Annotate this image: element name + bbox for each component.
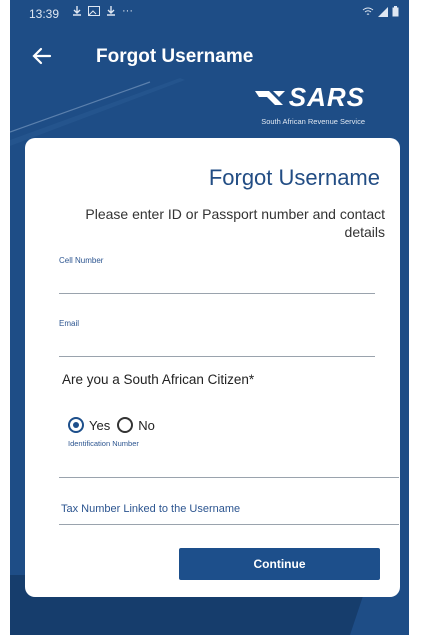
download-icon: [73, 6, 81, 16]
status-bar: 13:39 ···: [10, 0, 409, 28]
wifi-icon: [362, 7, 374, 15]
image-icon: [88, 6, 100, 16]
cell-number-underline: [59, 293, 375, 294]
back-arrow-icon[interactable]: [30, 44, 54, 68]
citizen-radio-group: Yes No: [68, 417, 162, 433]
citizen-question: Are you a South African Citizen*: [62, 372, 255, 387]
cell-number-field[interactable]: [59, 266, 375, 292]
app-bar: Forgot Username: [10, 38, 409, 78]
email-underline: [59, 356, 375, 357]
radio-no[interactable]: [117, 417, 134, 433]
cell-number-label: Cell Number: [59, 256, 104, 265]
app-bar-title: Forgot Username: [96, 46, 254, 67]
sars-emblem-icon: [254, 90, 285, 105]
brand-subtitle: South African Revenue Service: [261, 117, 365, 126]
form-subtitle: Please enter ID or Passport number and c…: [85, 206, 385, 240]
phone-screen: 13:39 ··· Forgot Username SARS South Afr…: [10, 0, 409, 635]
identification-number-field[interactable]: [59, 450, 399, 476]
logo-mark: SARS: [254, 82, 365, 113]
email-field[interactable]: [59, 330, 375, 356]
sars-logo: SARS South African Revenue Service: [254, 82, 365, 126]
radio-yes[interactable]: [68, 417, 84, 433]
signal-icon: [378, 6, 388, 17]
status-right: [362, 6, 399, 17]
radio-no-label: No: [138, 417, 155, 433]
tax-number-underline: [59, 524, 399, 525]
email-label: Email: [59, 319, 80, 328]
form-title: Forgot Username: [208, 165, 380, 190]
brand-name: SARS: [288, 82, 365, 112]
battery-icon: [392, 6, 399, 17]
identification-number-label: Identification Number: [68, 439, 139, 448]
download-icon: [107, 6, 115, 16]
identification-number-underline: [59, 477, 399, 478]
radio-yes-label: Yes: [89, 417, 111, 433]
continue-button[interactable]: Continue: [179, 548, 380, 580]
form-card: Forgot Username Please enter ID or Passp…: [25, 138, 400, 597]
more-notifications: ···: [122, 5, 133, 17]
status-time: 13:39: [29, 7, 60, 21]
notification-icons: ···: [72, 5, 133, 17]
tax-number-field[interactable]: Tax Number Linked to the Username: [61, 503, 240, 515]
